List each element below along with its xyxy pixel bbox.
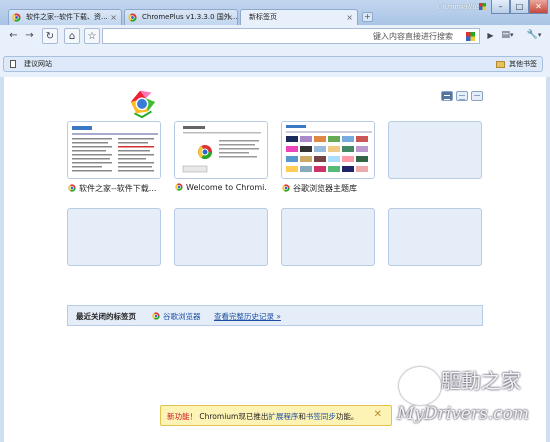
toolbar: ← → ↻ ⌂ ☆ 键入内容直接进行搜索 ▶ ▤▾ 🔧▾ xyxy=(0,25,550,48)
list-view-toggle[interactable] xyxy=(456,91,468,101)
forward-button[interactable]: → xyxy=(22,28,37,43)
watermark: 驅動之家 MyDrivers.com xyxy=(395,361,545,441)
recently-closed-item-label: 谷歌浏览器 xyxy=(163,312,201,321)
chrome-favicon-icon xyxy=(12,13,21,22)
minimize-button[interactable]: – xyxy=(491,0,510,14)
page-icon xyxy=(10,60,16,68)
tab-newtab[interactable]: 新标签页 × xyxy=(240,9,358,26)
notification-text: 新功能！ Chromium现已推出扩展程序和书签同步功能。 xyxy=(167,411,358,422)
page-preview-image xyxy=(68,122,160,178)
thumbnail-softhome[interactable] xyxy=(67,121,161,179)
wrench-menu-button[interactable]: 🔧▾ xyxy=(524,28,544,43)
thumbnail-title-text: Welcome to Chromi... xyxy=(186,183,267,192)
search-engine-icon[interactable] xyxy=(466,32,475,41)
feature-notification: 新功能！ Chromium现已推出扩展程序和书签同步功能。 ✕ xyxy=(160,405,392,426)
page-menu-button[interactable]: ▤▾ xyxy=(500,28,515,43)
tab-chromeplus[interactable]: ChromePlus v1.3.3.0 国外... × xyxy=(124,9,238,25)
tab-label: 软件之家--软件下载、资... xyxy=(26,13,108,21)
recently-closed-label: 最近关闭的标签页 xyxy=(76,312,136,321)
watermark-en: MyDrivers.com xyxy=(397,404,529,424)
bookmark-suggested-sites[interactable]: 建议网站 xyxy=(24,59,52,69)
brand-label: ChromePlus xyxy=(437,3,481,11)
bookmarks-bar-inner: 建议网站 其他书签 xyxy=(3,56,543,72)
thumbnail-empty xyxy=(388,121,482,179)
extensions-link[interactable]: 扩展程序 xyxy=(268,412,298,421)
tab-close-icon[interactable]: × xyxy=(226,10,233,25)
thumbnail-empty xyxy=(388,208,482,266)
maximize-button[interactable]: □ xyxy=(510,0,529,14)
tab-label: 新标签页 xyxy=(249,13,277,21)
new-tab-button[interactable]: + xyxy=(362,12,373,22)
bookmark-other-folder[interactable]: 其他书签 xyxy=(509,59,537,69)
chromeplus-logo-icon xyxy=(479,3,486,10)
recently-closed-bar: 最近关闭的标签页 谷歌浏览器 查看完整历史记录 » xyxy=(67,305,483,326)
bookmark-sync-link[interactable]: 书签同步 xyxy=(306,412,336,421)
folder-icon xyxy=(496,61,505,68)
thumbnail-title-text: 谷歌浏览器主题库 xyxy=(293,184,357,193)
notification-highlight: 新功能！ xyxy=(167,412,197,421)
chrome-favicon-icon xyxy=(128,13,137,22)
watermark-swirl-icon xyxy=(399,367,441,405)
title-bar: 软件之家--软件下载、资... × ChromePlus v1.3.3.0 国外… xyxy=(0,0,550,26)
page-preview-image xyxy=(175,122,267,178)
home-button[interactable]: ⌂ xyxy=(64,28,80,44)
chrome-favicon-icon xyxy=(68,184,76,192)
chevron-down-icon: ▾ xyxy=(537,31,542,39)
notification-text-part: 和 xyxy=(298,412,306,421)
go-button[interactable]: ▶ xyxy=(483,28,498,43)
chrome-favicon-icon xyxy=(152,312,160,320)
address-input[interactable] xyxy=(103,29,367,43)
thumbnail-title-text: 软件之家--软件下载... xyxy=(79,184,157,193)
thumbnail-empty xyxy=(281,208,375,266)
chromeplus-logo-icon xyxy=(130,90,156,119)
chrome-favicon-icon xyxy=(282,184,290,192)
tab-label: ChromePlus v1.3.3.0 国外... xyxy=(142,13,238,21)
close-window-button[interactable]: ✕ xyxy=(529,0,548,14)
bookmark-star-button[interactable]: ☆ xyxy=(84,28,100,44)
tab-softhome[interactable]: 软件之家--软件下载、资... × xyxy=(8,9,122,25)
notification-text-part: Chromium现已推出 xyxy=(197,412,269,421)
reload-button[interactable]: ↻ xyxy=(42,28,58,44)
wrench-icon: 🔧 xyxy=(526,30,538,40)
thumbnail-empty xyxy=(174,208,268,266)
watermark-cn: 驅動之家 xyxy=(441,369,521,393)
tab-close-icon[interactable]: × xyxy=(346,10,353,25)
collapse-view-toggle[interactable] xyxy=(471,91,483,101)
chevron-down-icon: ▾ xyxy=(510,31,514,39)
thumbnail-title[interactable]: 谷歌浏览器主题库 xyxy=(282,183,374,194)
thumbnail-title[interactable]: Welcome to Chromi... xyxy=(175,183,267,192)
address-hint: 键入内容直接进行搜索 xyxy=(373,32,453,41)
chrome-favicon-icon xyxy=(175,183,183,191)
address-bar[interactable]: 键入内容直接进行搜索 xyxy=(102,28,480,44)
bookmarks-bar: 建议网站 其他书签 xyxy=(0,48,550,77)
view-history-link[interactable]: 查看完整历史记录 » xyxy=(214,311,281,322)
notification-close-icon[interactable]: ✕ xyxy=(374,409,382,420)
page-icon: ▤ xyxy=(501,30,510,40)
thumbnail-welcome[interactable] xyxy=(174,121,268,179)
tab-close-icon[interactable]: × xyxy=(110,10,117,25)
thumbnail-themes[interactable] xyxy=(281,121,375,179)
grid-view-toggle[interactable] xyxy=(441,91,453,101)
recently-closed-item[interactable]: 谷歌浏览器 xyxy=(152,311,201,322)
page-preview-image xyxy=(282,122,374,178)
thumbnail-title[interactable]: 软件之家--软件下载... xyxy=(68,183,160,194)
notification-text-part: 功能。 xyxy=(335,412,359,421)
thumbnail-empty xyxy=(67,208,161,266)
back-button[interactable]: ← xyxy=(6,28,21,43)
